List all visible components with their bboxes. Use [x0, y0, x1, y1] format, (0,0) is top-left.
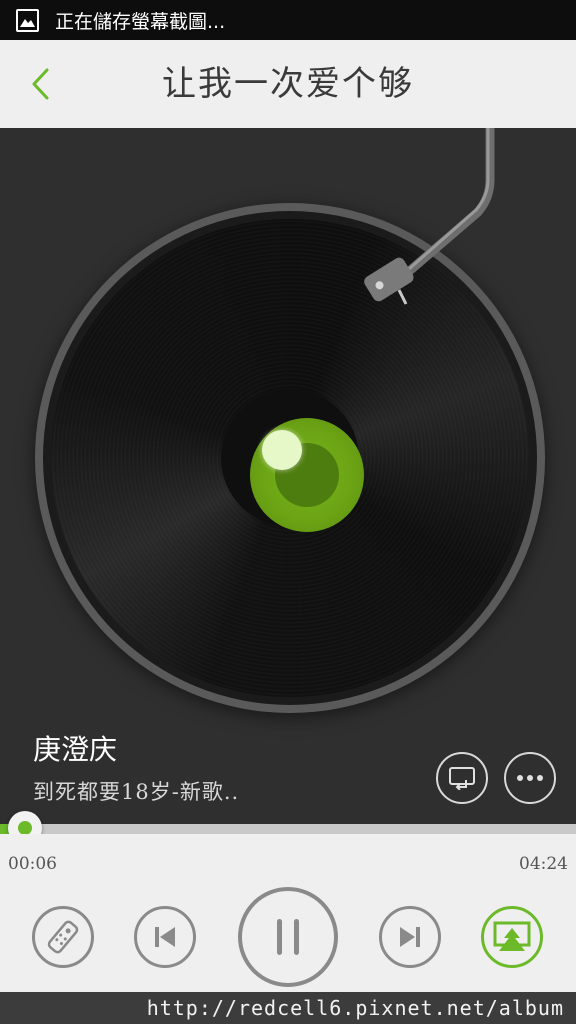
elapsed-time: 00:06 [8, 854, 57, 874]
screenshot-icon [16, 8, 39, 32]
skip-previous-icon [155, 927, 175, 947]
album-name: 到死都要18岁-新歌.. [33, 780, 240, 804]
title-bar: 让我一次爱个够 [0, 40, 576, 128]
playback-controls: 00:06 04:24 [0, 834, 576, 992]
remote-icon [47, 920, 79, 954]
pause-button[interactable] [238, 887, 338, 987]
next-button[interactable] [379, 906, 441, 968]
cast-button[interactable] [436, 752, 488, 804]
airplay-icon [493, 921, 531, 951]
vinyl-record[interactable] [35, 203, 545, 713]
artist-name: 庚澄庆 [33, 733, 118, 766]
status-text: 正在儲存螢幕截圖... [55, 10, 226, 33]
status-bar: 正在儲存螢幕截圖... [0, 0, 576, 40]
remote-button[interactable] [32, 906, 94, 968]
record-label [250, 418, 364, 532]
page-title: 让我一次爱个够 [162, 64, 414, 104]
more-icon [517, 775, 543, 781]
pause-icon [277, 919, 299, 955]
progress-bar[interactable] [0, 824, 576, 834]
cast-icon [449, 767, 475, 790]
total-time: 04:24 [519, 854, 568, 874]
player-area: 庚澄庆 到死都要18岁-新歌.. [0, 128, 576, 824]
record-spindle [262, 430, 302, 470]
watermark: http://redcell6.pixnet.net/album [0, 992, 576, 1024]
airplay-button[interactable] [481, 906, 543, 968]
skip-next-icon [400, 927, 420, 947]
previous-button[interactable] [134, 906, 196, 968]
more-button[interactable] [504, 752, 556, 804]
